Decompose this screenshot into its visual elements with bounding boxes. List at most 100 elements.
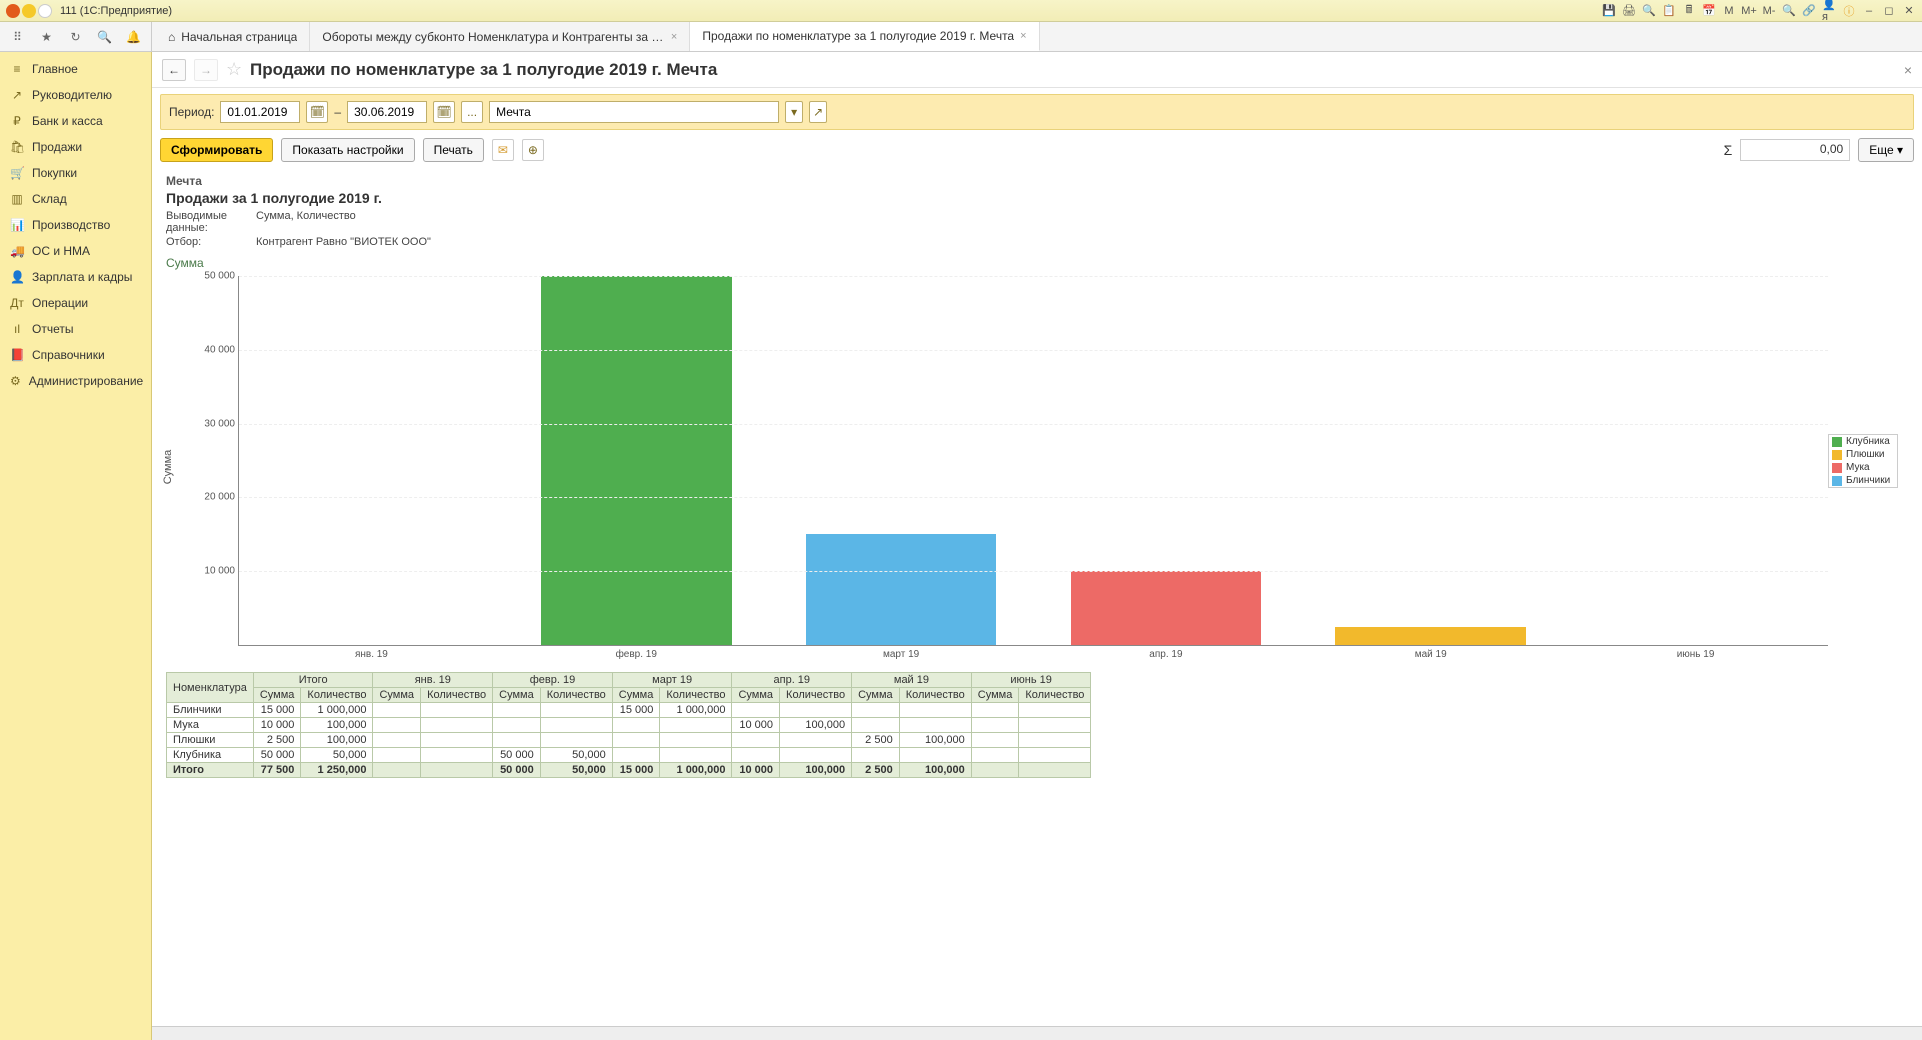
sidebar-item[interactable]: ДтОперации: [0, 290, 151, 316]
tab-label: Продажи по номенклатуре за 1 полугодие 2…: [702, 29, 1014, 43]
preview-icon[interactable]: 🔍: [1642, 4, 1656, 18]
sidebar-item-label: Операции: [32, 296, 88, 310]
calendar-to-icon[interactable]: 🗓: [433, 101, 455, 123]
sidebar-item[interactable]: 👤Зарплата и кадры: [0, 264, 151, 290]
sidebar-item-label: Справочники: [32, 348, 105, 362]
sidebar-item[interactable]: 🛒Покупки: [0, 160, 151, 186]
page-close-icon[interactable]: ×: [1904, 62, 1912, 78]
legend-label: Блинчики: [1846, 475, 1890, 486]
sidebar-item-label: Отчеты: [32, 322, 73, 336]
apps-icon[interactable]: ⠿: [10, 29, 25, 45]
sidebar-item[interactable]: ₽ Банк и касса: [0, 108, 151, 134]
report-title: Продажи за 1 полугодие 2019 г.: [166, 190, 1908, 206]
y-tick: 10 000: [197, 566, 235, 577]
tab-label: Начальная страница: [181, 30, 297, 44]
sum-value: 0,00: [1740, 139, 1850, 161]
x-tick: май 19: [1298, 645, 1563, 660]
filter-label: Отбор:: [166, 236, 256, 248]
sidebar-item[interactable]: 🛍Продажи: [0, 134, 151, 160]
m-icon[interactable]: M: [1722, 4, 1736, 18]
search-icon[interactable]: 🔍: [97, 29, 112, 45]
tab[interactable]: ⌂Начальная страница: [156, 22, 310, 51]
bar: [541, 276, 732, 645]
sidebar-item[interactable]: ≡Главное: [0, 56, 151, 82]
sidebar-item[interactable]: ↗Руководителю: [0, 82, 151, 108]
bar-slot: янв. 19: [239, 276, 504, 645]
plot-area: янв. 19февр. 19март 19апр. 19май 19июнь …: [238, 276, 1828, 646]
mail-icon[interactable]: ✉: [492, 139, 514, 161]
sidebar-item-label: Руководителю: [32, 88, 112, 102]
chart-legend: Клубника Плюшки Мука Блинчики: [1828, 434, 1898, 488]
date-to-input[interactable]: [347, 101, 427, 123]
bar: [806, 534, 997, 645]
x-tick: янв. 19: [239, 645, 504, 660]
sidebar-item-icon: ıl: [10, 322, 24, 336]
sidebar-item[interactable]: 🚚ОС и НМА: [0, 238, 151, 264]
minimize-icon[interactable]: –: [1862, 4, 1876, 18]
maximize-icon[interactable]: ◻: [1882, 4, 1896, 18]
sidebar-item[interactable]: ▥ Склад: [0, 186, 151, 212]
more-button[interactable]: Еще ▾: [1858, 138, 1914, 162]
bar-slot: февр. 19: [504, 276, 769, 645]
period-more-button[interactable]: ...: [461, 101, 483, 123]
window-title: 111 (1С:Предприятие): [60, 5, 172, 17]
page-title: Продажи по номенклатуре за 1 полугодие 2…: [250, 60, 717, 80]
link-icon[interactable]: 🔗: [1802, 4, 1816, 18]
history-icon[interactable]: ↻: [68, 29, 83, 45]
tab[interactable]: Продажи по номенклатуре за 1 полугодие 2…: [690, 22, 1039, 51]
search-icon[interactable]: 🔍: [1782, 4, 1796, 18]
tabstrip: ⌂Начальная страница Обороты между субконт…: [152, 22, 1922, 51]
user-icon[interactable]: 👤я: [1822, 4, 1836, 18]
sidebar-item[interactable]: ⚙Администрирование: [0, 368, 151, 394]
app-logo-icon: [6, 4, 20, 18]
org-input[interactable]: [489, 101, 779, 123]
sidebar-item[interactable]: 📊Производство: [0, 212, 151, 238]
legend-label: Плюшки: [1846, 449, 1885, 460]
sidebar-item-label: Банк и касса: [32, 114, 103, 128]
m-minus-icon[interactable]: M-: [1762, 4, 1776, 18]
star-icon[interactable]: ★: [39, 29, 54, 45]
save-icon[interactable]: 💾: [1602, 4, 1616, 18]
export-icon[interactable]: ⊕: [522, 139, 544, 161]
print-icon[interactable]: 🖨: [1622, 4, 1636, 18]
legend-label: Мука: [1846, 462, 1870, 473]
dropdown-icon[interactable]: [22, 4, 36, 18]
legend-swatch: [1832, 437, 1842, 447]
legend-swatch: [1832, 476, 1842, 486]
calendar-from-icon[interactable]: 🗓: [306, 101, 328, 123]
sidebar-item[interactable]: ıl Отчеты: [0, 316, 151, 342]
legend-item: Мука: [1829, 461, 1897, 474]
sidebar-item-label: Склад: [32, 192, 67, 206]
clipboard-icon[interactable]: 📋: [1662, 4, 1676, 18]
generate-button[interactable]: Сформировать: [160, 138, 273, 162]
sidebar-item[interactable]: 📕Справочники: [0, 342, 151, 368]
m-plus-icon[interactable]: M+: [1742, 4, 1756, 18]
date-from-input[interactable]: [220, 101, 300, 123]
tab-close-icon[interactable]: ×: [671, 31, 677, 43]
tab[interactable]: Обороты между субконто Номенклатура и Ко…: [310, 22, 690, 51]
back-button[interactable]: ←: [162, 59, 186, 81]
org-dropdown-icon[interactable]: ▾: [785, 101, 803, 123]
x-tick: март 19: [769, 645, 1034, 660]
legend-label: Клубника: [1846, 436, 1890, 447]
info-icon[interactable]: ⓘ: [1842, 4, 1856, 18]
print-button[interactable]: Печать: [423, 138, 484, 162]
filter-bar: Период: 🗓 – 🗓 ... ▾ ↗: [160, 94, 1914, 130]
sidebar-item-icon: ▥: [10, 192, 24, 206]
h-scrollbar[interactable]: [152, 1026, 1922, 1040]
sidebar-item-icon: ₽: [10, 114, 24, 128]
calendar-icon[interactable]: 📅: [1702, 4, 1716, 18]
settings-button[interactable]: Показать настройки: [281, 138, 414, 162]
forward-button[interactable]: →: [194, 59, 218, 81]
bell-icon[interactable]: 🔔: [126, 29, 141, 45]
tab-close-icon[interactable]: ×: [1020, 30, 1026, 42]
org-open-icon[interactable]: ↗: [809, 101, 827, 123]
period-label: Период:: [169, 105, 214, 119]
sidebar-item-label: Зарплата и кадры: [32, 270, 132, 284]
tab-label: Обороты между субконто Номенклатура и Ко…: [322, 30, 665, 44]
favorite-star-icon[interactable]: ☆: [226, 62, 242, 78]
legend-item: Плюшки: [1829, 448, 1897, 461]
bar: [1071, 571, 1262, 645]
calc-icon[interactable]: 🖩: [1682, 4, 1696, 18]
close-icon[interactable]: ✕: [1902, 4, 1916, 18]
